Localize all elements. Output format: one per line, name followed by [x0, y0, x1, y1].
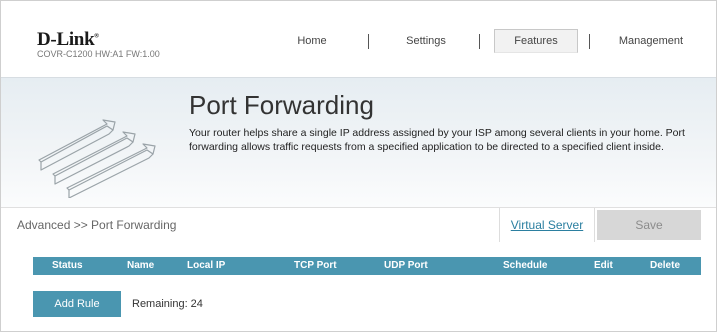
nav-management[interactable]: Management	[601, 29, 701, 53]
column-header-udp-port: UDP Port	[384, 260, 428, 271]
rules-table-header: Status Name Local IP TCP Port UDP Port S…	[33, 257, 701, 275]
nav-separator	[589, 34, 590, 49]
page-description: Your router helps share a single IP addr…	[189, 127, 685, 153]
column-header-status: Status	[52, 260, 83, 271]
column-header-schedule: Schedule	[503, 260, 548, 271]
remaining-count: 24	[190, 298, 203, 310]
port-forwarding-arrows-icon	[38, 119, 156, 198]
router-admin-page: D-Link® COVR-C1200 HW:A1 FW:1.00 Home Se…	[0, 0, 717, 332]
device-model-info: COVR-C1200 HW:A1 FW:1.00	[37, 49, 160, 59]
nav-settings[interactable]: Settings	[381, 29, 471, 53]
nav-separator	[368, 34, 369, 49]
save-button[interactable]: Save	[597, 210, 701, 240]
add-rule-button[interactable]: Add Rule	[33, 291, 121, 317]
dlink-logo: D-Link®	[37, 29, 99, 50]
top-header: D-Link® COVR-C1200 HW:A1 FW:1.00 Home Se…	[1, 1, 716, 77]
page-title: Port Forwarding	[189, 90, 374, 120]
virtual-server-link[interactable]: Virtual Server	[499, 208, 595, 242]
remaining-label: Remaining:	[132, 298, 188, 310]
column-header-name: Name	[127, 260, 155, 271]
remaining-rules-indicator: Remaining: 24	[132, 298, 203, 310]
column-header-edit: Edit	[594, 260, 613, 271]
nav-separator	[479, 34, 480, 49]
nav-features[interactable]: Features	[494, 29, 578, 53]
breadcrumb-bar: Advanced >> Port Forwarding Virtual Serv…	[1, 207, 716, 242]
breadcrumb: Advanced >> Port Forwarding	[17, 218, 177, 232]
column-header-local-ip: Local IP	[187, 260, 226, 271]
nav-home[interactable]: Home	[269, 29, 355, 53]
column-header-delete: Delete	[650, 260, 681, 271]
column-header-tcp-port: TCP Port	[294, 260, 337, 271]
page-banner: Port Forwarding Your router helps share …	[1, 77, 716, 207]
